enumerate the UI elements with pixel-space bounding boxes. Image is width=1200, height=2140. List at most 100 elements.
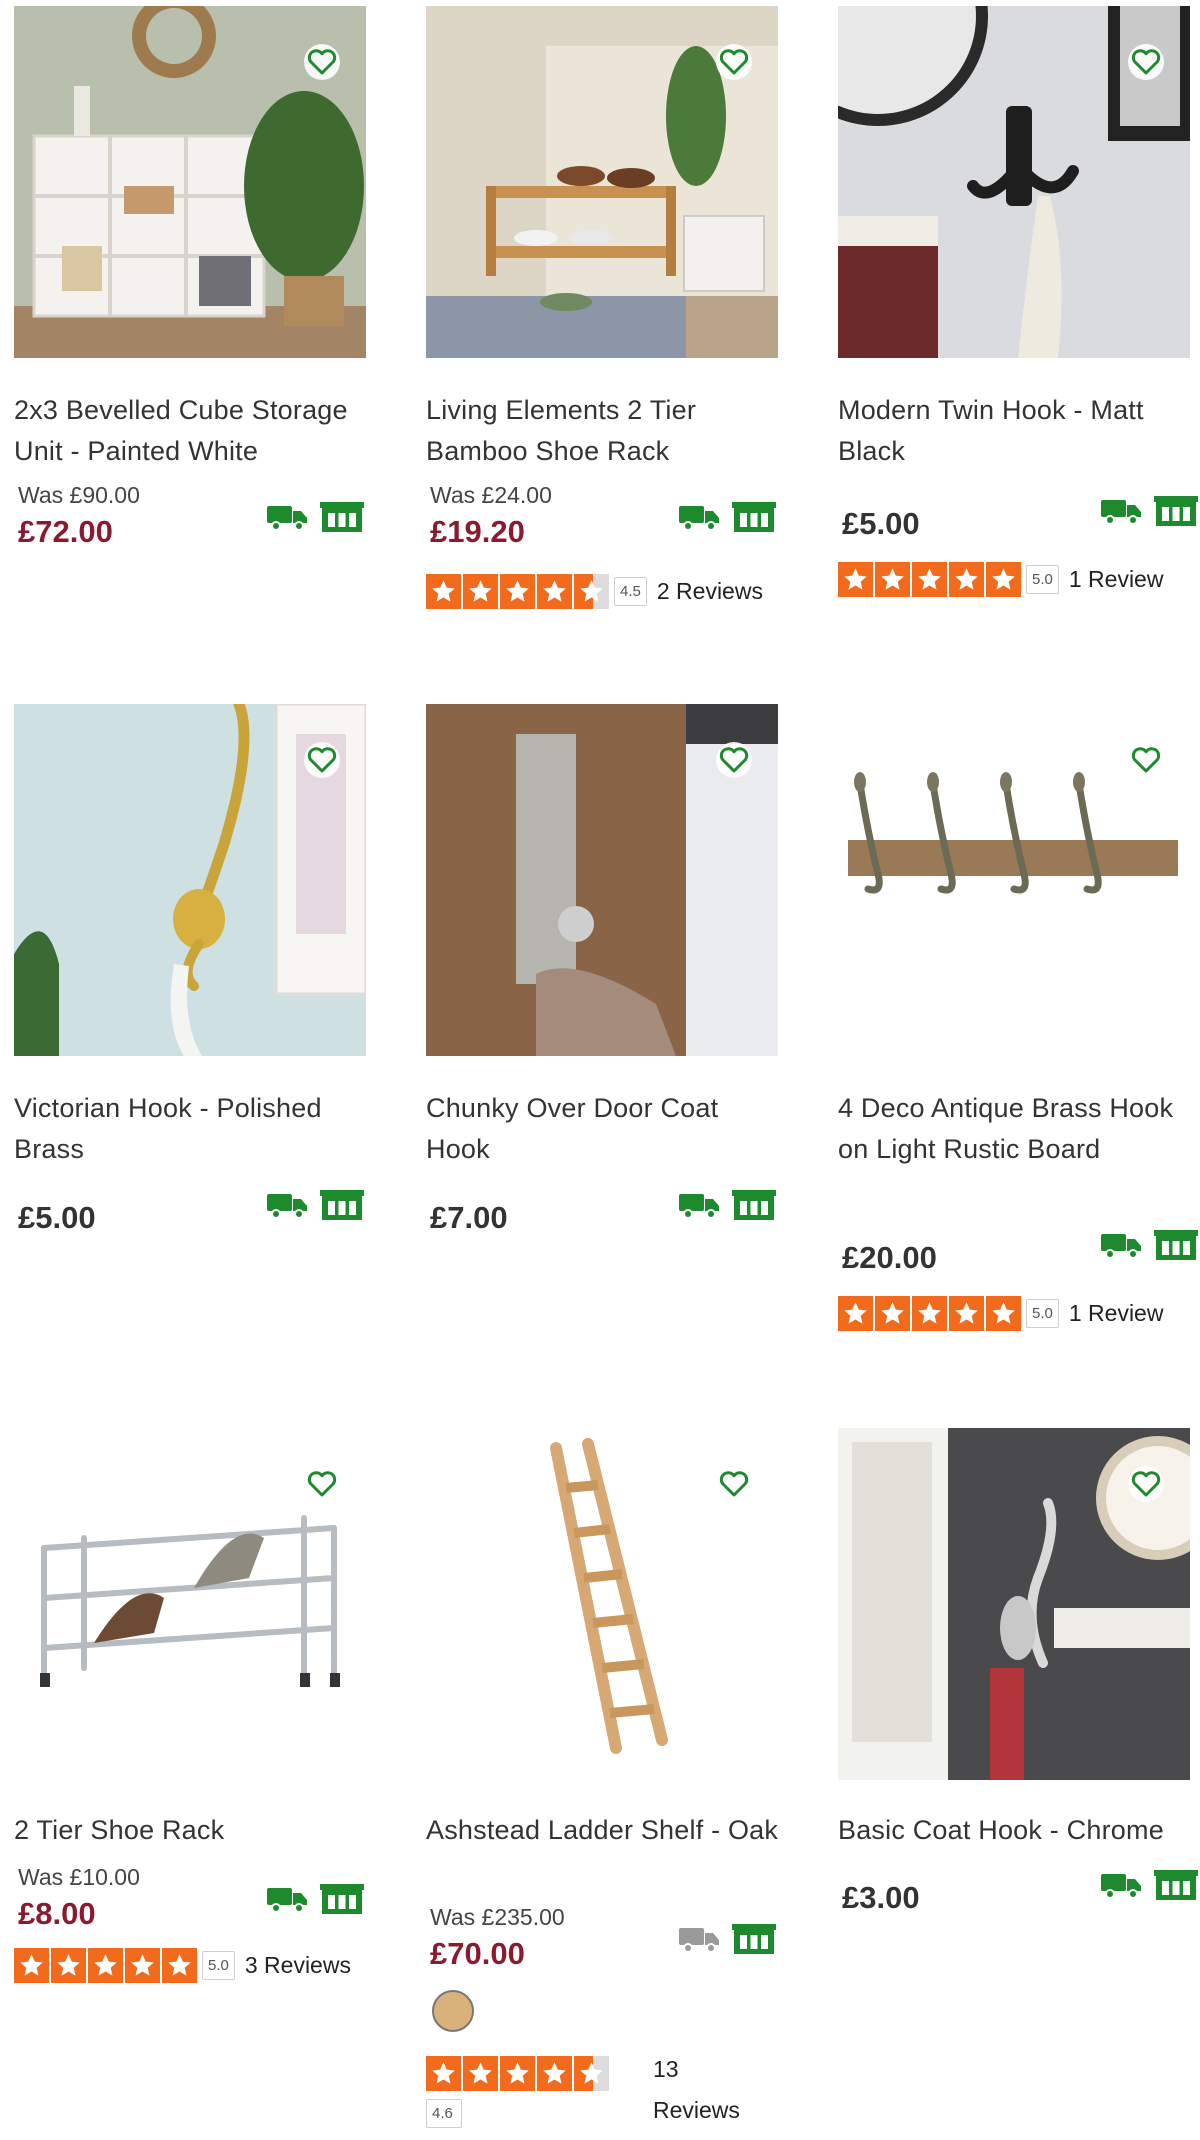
- review-count[interactable]: 3 Reviews: [245, 1952, 351, 1979]
- delivery-van-icon: [1100, 1230, 1142, 1260]
- rating[interactable]: 5.0 3 Reviews: [14, 1948, 351, 1983]
- colour-swatch-oak[interactable]: [432, 1990, 474, 2032]
- store-collect-icon: [732, 1924, 776, 1954]
- wishlist-heart-icon[interactable]: [714, 42, 754, 82]
- wishlist-heart-icon[interactable]: [1126, 740, 1166, 780]
- rating[interactable]: 4.6 13 Reviews: [426, 2056, 740, 2128]
- star-half-icon: [574, 574, 609, 609]
- was-price: Was £90.00: [18, 482, 140, 508]
- delivery-van-icon: [1100, 1870, 1142, 1900]
- fulfilment-options: [678, 502, 776, 532]
- store-collect-icon: [320, 1884, 364, 1914]
- sale-price: £19.20: [430, 514, 525, 549]
- rating-score: 5.0: [202, 1951, 235, 1980]
- was-price: Was £235.00: [430, 1904, 565, 1930]
- rating[interactable]: 5.0 1 Review: [838, 1296, 1163, 1331]
- star-icon: [51, 1948, 86, 1983]
- star-icon: [463, 574, 498, 609]
- star-icon: [537, 574, 572, 609]
- fulfilment-options: [1100, 1870, 1198, 1900]
- fulfilment-options: [266, 502, 364, 532]
- star-rating: [838, 1296, 1021, 1331]
- product-title[interactable]: Living Elements 2 Tier Bamboo Shoe Rack: [426, 390, 786, 472]
- wishlist-heart-icon[interactable]: [1126, 1464, 1166, 1504]
- fulfilment-options: [266, 1884, 364, 1914]
- wishlist-heart-icon[interactable]: [714, 1464, 754, 1504]
- product-title[interactable]: Chunky Over Door Coat Hook: [426, 1088, 786, 1170]
- star-icon: [14, 1948, 49, 1983]
- fulfilment-options: [1100, 1230, 1198, 1260]
- star-icon: [537, 2056, 572, 2091]
- product-title[interactable]: Victorian Hook - Polished Brass: [14, 1088, 374, 1170]
- star-icon: [88, 1948, 123, 1983]
- fulfilment-options: [678, 1924, 776, 1954]
- was-price: Was £24.00: [430, 482, 552, 508]
- star-icon: [875, 1296, 910, 1331]
- star-icon: [500, 574, 535, 609]
- price: £20.00: [842, 1240, 937, 1275]
- review-count[interactable]: 13 Reviews: [653, 2056, 740, 2124]
- star-icon: [912, 562, 947, 597]
- star-icon: [426, 2056, 461, 2091]
- wishlist-heart-icon[interactable]: [714, 740, 754, 780]
- review-count-label: Reviews: [653, 2097, 740, 2123]
- wishlist-heart-icon[interactable]: [302, 1464, 342, 1504]
- store-collect-icon: [320, 502, 364, 532]
- wishlist-heart-icon[interactable]: [1126, 42, 1166, 82]
- price: £5.00: [842, 506, 920, 541]
- star-icon: [426, 574, 461, 609]
- product-grid: 2x3 Bevelled Cube Storage Unit - Painted…: [0, 0, 1200, 2140]
- rating[interactable]: 4.5 2 Reviews: [426, 574, 763, 609]
- fulfilment-options: [266, 1190, 364, 1220]
- price: £7.00: [430, 1200, 508, 1235]
- star-icon: [463, 2056, 498, 2091]
- delivery-van-icon: [266, 1190, 308, 1220]
- price: £3.00: [842, 1880, 920, 1915]
- star-rating: [14, 1948, 197, 1983]
- store-collect-icon: [1154, 1870, 1198, 1900]
- review-count-number: 13: [653, 2056, 679, 2082]
- delivery-van-icon: [678, 502, 720, 532]
- delivery-van-icon: [266, 1884, 308, 1914]
- sale-price: £72.00: [18, 514, 113, 549]
- product-title[interactable]: Ashstead Ladder Shelf - Oak: [426, 1810, 786, 1851]
- star-icon: [162, 1948, 197, 1983]
- product-title[interactable]: 4 Deco Antique Brass Hook on Light Rusti…: [838, 1088, 1198, 1170]
- product-title[interactable]: Modern Twin Hook - Matt Black: [838, 390, 1198, 472]
- rating-score: 4.5: [614, 577, 647, 606]
- was-price: Was £10.00: [18, 1864, 140, 1890]
- wishlist-heart-icon[interactable]: [302, 740, 342, 780]
- review-count[interactable]: 2 Reviews: [657, 578, 763, 605]
- star-icon: [986, 1296, 1021, 1331]
- sale-price: £8.00: [18, 1896, 96, 1931]
- star-icon: [986, 562, 1021, 597]
- product-title[interactable]: Basic Coat Hook - Chrome: [838, 1810, 1198, 1851]
- delivery-van-icon: [678, 1190, 720, 1220]
- price: £5.00: [18, 1200, 96, 1235]
- star-icon: [125, 1948, 160, 1983]
- rating[interactable]: 5.0 1 Review: [838, 562, 1163, 597]
- rating-score: 5.0: [1026, 1299, 1059, 1328]
- product-title[interactable]: 2 Tier Shoe Rack: [14, 1810, 374, 1851]
- wishlist-heart-icon[interactable]: [302, 42, 342, 82]
- fulfilment-options: [1100, 496, 1198, 526]
- star-icon: [838, 1296, 873, 1331]
- star-icon: [949, 1296, 984, 1331]
- delivery-van-icon: [266, 502, 308, 532]
- star-rating: [426, 574, 609, 609]
- store-collect-icon: [732, 1190, 776, 1220]
- store-collect-icon: [1154, 496, 1198, 526]
- product-title[interactable]: 2x3 Bevelled Cube Storage Unit - Painted…: [14, 390, 374, 472]
- star-icon: [912, 1296, 947, 1331]
- delivery-van-icon: [1100, 496, 1142, 526]
- review-count[interactable]: 1 Review: [1069, 1300, 1164, 1327]
- delivery-van-icon: [678, 1924, 720, 1954]
- store-collect-icon: [1154, 1230, 1198, 1260]
- star-rating: [426, 2056, 609, 2091]
- star-icon: [838, 562, 873, 597]
- star-half-icon: [574, 2056, 609, 2091]
- store-collect-icon: [732, 502, 776, 532]
- fulfilment-options: [678, 1190, 776, 1220]
- star-icon: [500, 2056, 535, 2091]
- review-count[interactable]: 1 Review: [1069, 566, 1164, 593]
